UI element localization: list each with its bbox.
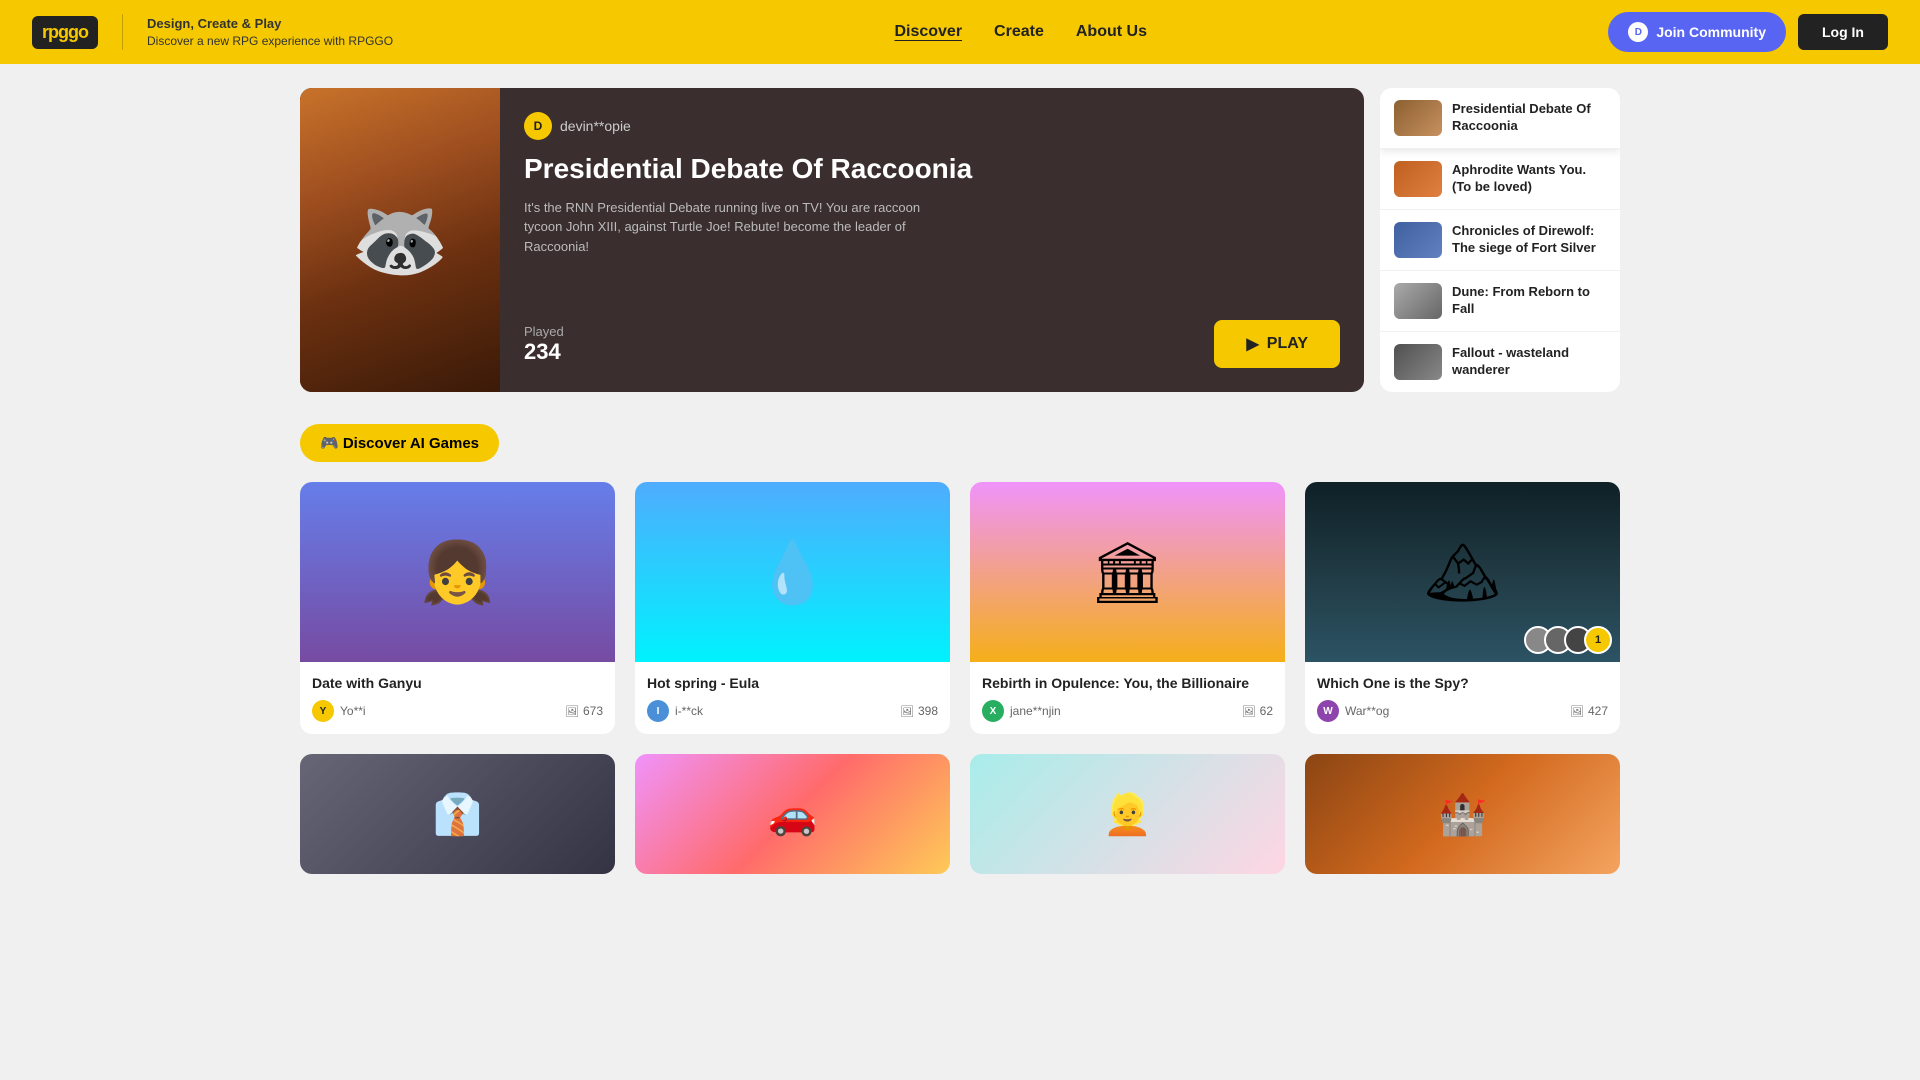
sidebar-list-item[interactable]: Chronicles of Direwolf: The siege of For… <box>1380 210 1620 271</box>
game-card-meta-4: W War**og 🖼 427 <box>1317 700 1608 722</box>
game-card-rebirth[interactable]: 🏛 Rebirth in Opulence: You, the Billiona… <box>970 482 1285 734</box>
bottom-card-image-1: 👔 <box>300 754 615 874</box>
player-count-badge: 1 <box>1584 626 1612 654</box>
game-card-date-ganyu[interactable]: 👧 Date with Ganyu Y Yo**i 🖼 673 <box>300 482 615 734</box>
game-views-2: 🖼 398 <box>900 704 938 718</box>
game-card-hot-spring[interactable]: 💧 Hot spring - Eula I i-**ck 🖼 398 <box>635 482 950 734</box>
bottom-card-image-4: 🏰 <box>1305 754 1620 874</box>
play-button[interactable]: ▶ PLAY <box>1214 320 1340 368</box>
game-card-title-2: Hot spring - Eula <box>647 674 938 692</box>
author-avatar: D <box>524 112 552 140</box>
nav-about-us[interactable]: About Us <box>1076 23 1147 41</box>
sidebar-list-item[interactable]: Fallout - wasteland wanderer <box>1380 332 1620 392</box>
hero-content: D devin**opie Presidential Debate Of Rac… <box>500 88 1364 392</box>
sidebar-list-item[interactable]: Aphrodite Wants You. (To be loved) <box>1380 149 1620 210</box>
sidebar-thumb-5 <box>1394 344 1442 380</box>
sidebar-list-item[interactable]: Presidential Debate Of Raccoonia <box>1380 88 1620 149</box>
header-actions: D Join Community Log In <box>1608 12 1888 52</box>
nav-discover[interactable]: Discover <box>894 23 962 41</box>
game-card-title-1: Date with Ganyu <box>312 674 603 692</box>
sidebar-item-title-1: Presidential Debate Of Raccoonia <box>1452 101 1606 135</box>
views-icon-3: 🖼 <box>1242 705 1256 718</box>
sidebar-thumb-4 <box>1394 283 1442 319</box>
login-button[interactable]: Log In <box>1798 14 1888 50</box>
game-card-image-1: 👧 <box>300 482 615 662</box>
game-card-body-3: Rebirth in Opulence: You, the Billionair… <box>970 662 1285 734</box>
discover-ai-games-button[interactable]: 🎮 Discover AI Games <box>300 424 499 462</box>
game-card-image-3: 🏛 <box>970 482 1285 662</box>
sidebar-item-title-2: Aphrodite Wants You. (To be loved) <box>1452 162 1606 196</box>
bottom-card-4[interactable]: 🏰 <box>1305 754 1620 874</box>
game-author-avatar-1: Y <box>312 700 334 722</box>
hero-title: Presidential Debate Of Raccoonia <box>524 152 1340 186</box>
hero-author: D devin**opie <box>524 112 1340 140</box>
game-card-body-4: Which One is the Spy? W War**og 🖼 427 <box>1305 662 1620 734</box>
main-content: D devin**opie Presidential Debate Of Rac… <box>0 64 1920 898</box>
game-author-name-2: i-**ck <box>675 704 703 718</box>
game-author-name-3: jane**njin <box>1010 704 1061 718</box>
hero-played: Played 234 <box>524 324 564 365</box>
game-card-meta-1: Y Yo**i 🖼 673 <box>312 700 603 722</box>
game-card-image-4: 🏔 1 <box>1305 482 1620 662</box>
bottom-card-1[interactable]: 👔 <box>300 754 615 874</box>
logo-divider <box>122 14 123 50</box>
game-author-avatar-2: I <box>647 700 669 722</box>
hero-image-placeholder <box>300 88 500 392</box>
logo-text: rpggo <box>42 22 88 42</box>
game-author-1: Y Yo**i <box>312 700 366 722</box>
sidebar-list-item[interactable]: Dune: From Reborn to Fall <box>1380 271 1620 332</box>
game-author-name-4: War**og <box>1345 704 1389 718</box>
main-nav: Discover Create About Us <box>433 23 1608 41</box>
game-card-meta-2: I i-**ck 🖼 398 <box>647 700 938 722</box>
nav-create[interactable]: Create <box>994 23 1044 41</box>
sidebar-game-list: Presidential Debate Of Raccoonia Aphrodi… <box>1380 88 1620 392</box>
games-grid: 👧 Date with Ganyu Y Yo**i 🖼 673 <box>300 482 1620 734</box>
game-author-avatar-3: X <box>982 700 1004 722</box>
hero-description: It's the RNN Presidential Debate running… <box>524 198 924 257</box>
sidebar-item-title-5: Fallout - wasteland wanderer <box>1452 345 1606 379</box>
sidebar-thumb-2 <box>1394 161 1442 197</box>
views-icon-1: 🖼 <box>565 705 579 718</box>
game-author-3: X jane**njin <box>982 700 1061 722</box>
game-card-title-3: Rebirth in Opulence: You, the Billionair… <box>982 674 1273 692</box>
game-author-name-1: Yo**i <box>340 704 366 718</box>
game-card-image-2: 💧 <box>635 482 950 662</box>
game-card-body-1: Date with Ganyu Y Yo**i 🖼 673 <box>300 662 615 734</box>
bottom-cards-grid: 👔 🚗 👱 🏰 <box>300 754 1620 874</box>
hero-image <box>300 88 500 392</box>
hero-played-count: 234 <box>524 339 564 365</box>
author-name: devin**opie <box>560 118 631 134</box>
game-card-spy[interactable]: 🏔 1 Which One is the Spy? W War**og 🖼 <box>1305 482 1620 734</box>
sidebar-item-title-3: Chronicles of Direwolf: The siege of For… <box>1452 223 1606 257</box>
views-icon-2: 🖼 <box>900 705 914 718</box>
game-views-4: 🖼 427 <box>1570 704 1608 718</box>
hero-bottom: Played 234 ▶ PLAY <box>524 320 1340 368</box>
game-card-meta-3: X jane**njin 🖼 62 <box>982 700 1273 722</box>
join-community-button[interactable]: D Join Community <box>1608 12 1786 52</box>
views-icon-4: 🖼 <box>1570 705 1584 718</box>
bottom-card-3[interactable]: 👱 <box>970 754 1285 874</box>
game-author-2: I i-**ck <box>647 700 703 722</box>
game-author-avatar-4: W <box>1317 700 1339 722</box>
hero-section: D devin**opie Presidential Debate Of Rac… <box>300 88 1620 392</box>
sidebar-item-title-4: Dune: From Reborn to Fall <box>1452 284 1606 318</box>
bottom-card-image-2: 🚗 <box>635 754 950 874</box>
discord-icon: D <box>1628 22 1648 42</box>
header: rpggo Design, Create & Play Discover a n… <box>0 0 1920 64</box>
hero-card[interactable]: D devin**opie Presidential Debate Of Rac… <box>300 88 1364 392</box>
bottom-card-image-3: 👱 <box>970 754 1285 874</box>
game-card-body-2: Hot spring - Eula I i-**ck 🖼 398 <box>635 662 950 734</box>
sidebar-thumb-3 <box>1394 222 1442 258</box>
bottom-card-2[interactable]: 🚗 <box>635 754 950 874</box>
game-author-4: W War**og <box>1317 700 1389 722</box>
game-views-1: 🖼 673 <box>565 704 603 718</box>
player-avatars: 1 <box>1524 626 1612 654</box>
game-card-title-4: Which One is the Spy? <box>1317 674 1608 692</box>
play-icon: ▶ <box>1246 334 1258 354</box>
logo-icon: rpggo <box>32 16 98 49</box>
game-views-3: 🖼 62 <box>1242 704 1273 718</box>
logo-area: rpggo Design, Create & Play Discover a n… <box>32 14 393 50</box>
logo-tagline: Design, Create & Play Discover a new RPG… <box>147 15 393 50</box>
sidebar-thumb-1 <box>1394 100 1442 136</box>
